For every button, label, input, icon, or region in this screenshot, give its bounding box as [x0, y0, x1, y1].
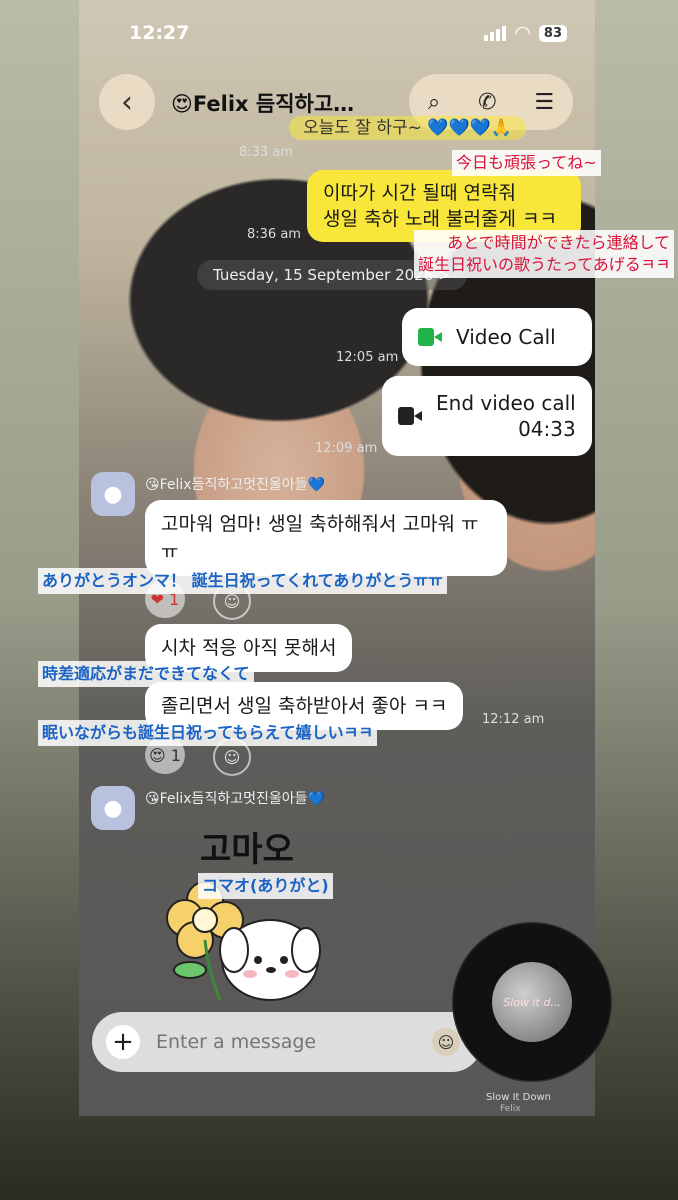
translation-line: 誕生日祝いの歌うたってあげるㅋㅋ [418, 255, 671, 274]
translation-label: 眠いながらも誕生日祝ってもらえて嬉しいㅋㅋ [38, 720, 378, 746]
puppy-icon [219, 919, 321, 1001]
phone-icon[interactable]: ✆ [478, 90, 496, 115]
translation-line: あとで時間ができたら連絡して [447, 233, 671, 252]
sticker-text: 고마오 [200, 830, 294, 870]
message-partial: 오늘도 잘 하구~ 💙💙💙🙏 [289, 116, 526, 140]
timestamp: 12:09 am [315, 441, 378, 456]
video-camera-icon [398, 407, 422, 425]
menu-icon[interactable]: ☰ [534, 90, 554, 115]
message-input-bar: + ☺ [92, 1012, 482, 1072]
chevron-left-icon: ‹ [121, 84, 133, 120]
translation-label: コマオ(ありがと) [198, 873, 333, 899]
avatar[interactable]: ● [91, 786, 135, 830]
sender-name: 😘Felix듬직하고멋진울아들💙 [145, 791, 325, 807]
message-line: 생일 축하 노래 불러줄게 ㅋㅋ [323, 208, 557, 230]
plus-icon[interactable]: + [106, 1025, 140, 1059]
status-time: 12:27 [129, 22, 190, 44]
video-call-bubble[interactable]: Video Call [402, 308, 592, 366]
battery-badge: 83 [538, 24, 567, 42]
person-icon: ● [103, 795, 123, 821]
call-duration: 04:33 [518, 417, 576, 441]
video-call-label: Video Call [456, 325, 556, 349]
album-cover: Slow it d... [492, 962, 572, 1042]
message-white: 고마워 엄마! 생일 축하해줘서 고마워 ㅠㅠ [145, 500, 507, 576]
status-bar: 12:27 ◠ 83 [129, 22, 567, 48]
translation-label: 時差適応がまだできてなくて [38, 661, 254, 687]
translation-label: あとで時間ができたら連絡して 誕生日祝いの歌うたってあげるㅋㅋ [414, 230, 675, 278]
person-icon: ● [103, 481, 123, 507]
translation-label: 今日も頑張ってね~ [452, 150, 601, 176]
translation-label: ありがとうオンマ！ 誕生日祝ってくれてありがとうㅠㅠ [38, 568, 447, 594]
message-line: 이따가 시간 될때 연락줘 [323, 182, 516, 204]
video-camera-icon [418, 328, 442, 346]
signal-icon [484, 25, 507, 41]
avatar[interactable]: ● [91, 472, 135, 516]
end-call-text: End video call 04:33 [436, 390, 576, 442]
timestamp: 8:36 am [247, 227, 301, 242]
music-record-sticker[interactable]: Slow it d... [452, 922, 612, 1082]
end-call-bubble[interactable]: End video call 04:33 [382, 376, 592, 456]
wifi-icon: ◠ [514, 22, 531, 44]
timestamp: 12:12 am [482, 712, 545, 727]
search-icon[interactable]: ⌕ [428, 90, 440, 115]
timestamp: 12:05 am [336, 350, 399, 365]
sender-name: 😘Felix듬직하고멋진울아들💙 [145, 477, 325, 493]
song-title: Slow It Down [486, 1092, 551, 1103]
end-call-label: End video call [436, 391, 576, 415]
back-button[interactable]: ‹ [99, 74, 155, 130]
timestamp: 8:33 am [239, 145, 293, 160]
chat-title: 😍Felix 듬직하고… [171, 92, 355, 116]
album-cover-text: Slow it d... [503, 995, 561, 1009]
song-artist: Felix [500, 1104, 521, 1114]
emoji-icon[interactable]: ☺ [432, 1028, 460, 1056]
message-input[interactable] [154, 1030, 418, 1054]
status-right: ◠ 83 [484, 22, 567, 44]
